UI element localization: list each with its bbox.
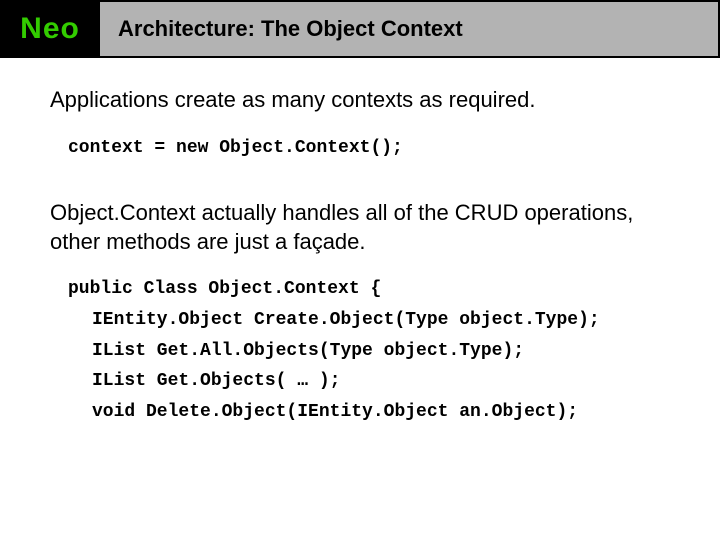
slide-header: Neo Architecture: The Object Context	[0, 0, 720, 58]
code-line: IList Get.Objects( … );	[68, 366, 670, 397]
code-line: IList Get.All.Objects(Type object.Type);	[68, 336, 670, 367]
slide-content: Applications create as many contexts as …	[0, 58, 720, 427]
paragraph-1: Applications create as many contexts as …	[50, 86, 670, 115]
title-box: Architecture: The Object Context	[100, 0, 720, 58]
logo-box: Neo	[0, 0, 100, 58]
code-line: context = new Object.Context();	[68, 133, 670, 164]
slide-title: Architecture: The Object Context	[118, 16, 463, 42]
paragraph-2: Object.Context actually handles all of t…	[50, 199, 670, 256]
logo-text: Neo	[20, 12, 80, 46]
code-block-1: context = new Object.Context();	[68, 133, 670, 164]
code-line: void Delete.Object(IEntity.Object an.Obj…	[68, 397, 670, 428]
code-line: public Class Object.Context {	[68, 274, 670, 305]
code-line: IEntity.Object Create.Object(Type object…	[68, 305, 670, 336]
code-block-2: public Class Object.Context { IEntity.Ob…	[68, 274, 670, 427]
